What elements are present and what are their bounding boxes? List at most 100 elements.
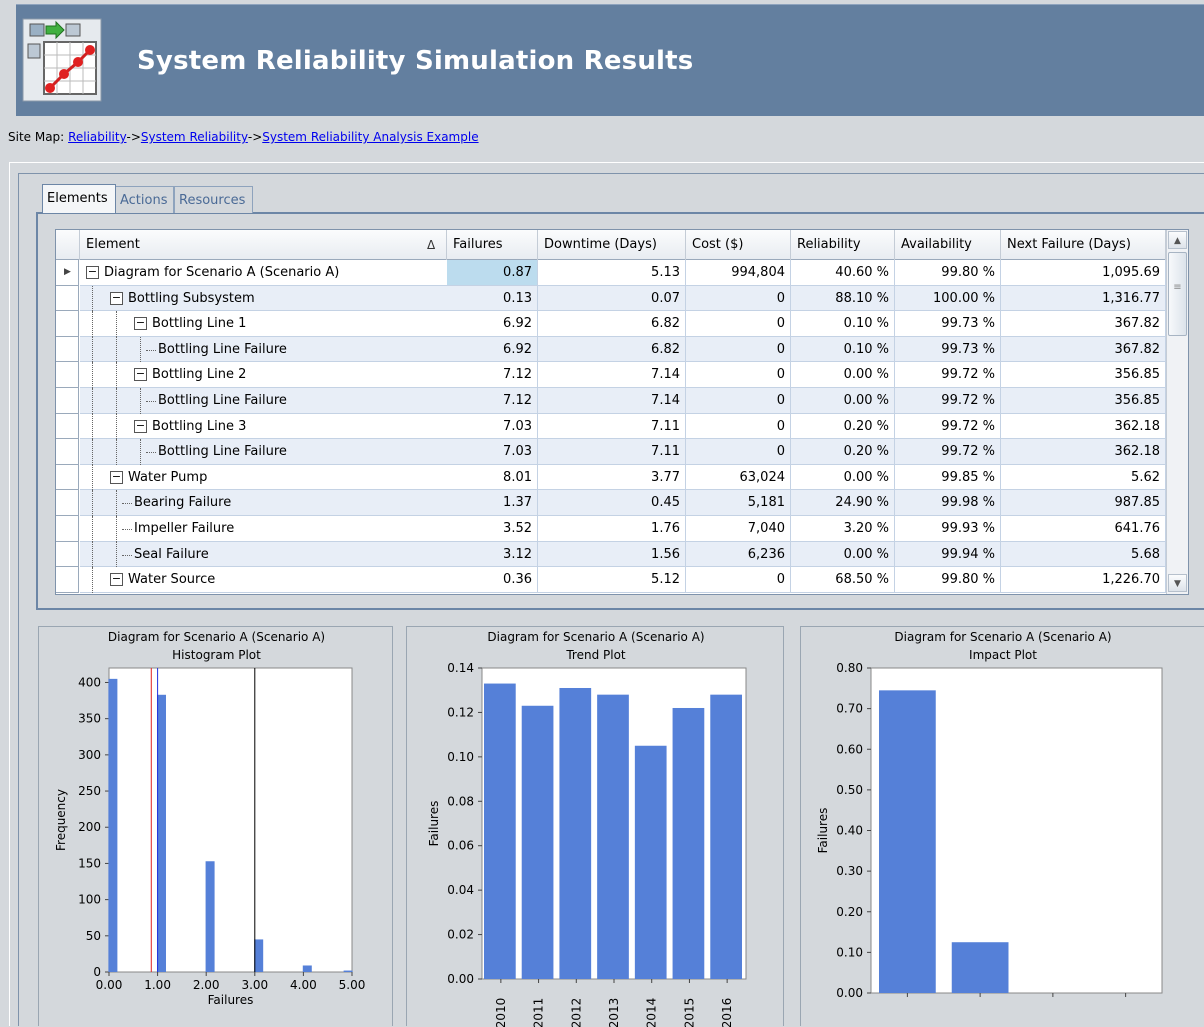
collapse-node-icon[interactable]: − <box>110 573 123 587</box>
row-selector[interactable] <box>56 388 79 414</box>
cell-availability[interactable]: 99.72 % <box>895 413 1001 440</box>
cell-cost[interactable]: 5,181 <box>686 490 791 516</box>
cell-failures[interactable]: 1.37 <box>447 490 538 516</box>
cell-failures[interactable]: 6.92 <box>447 311 538 337</box>
cell-cost[interactable]: 994,804 <box>686 260 791 286</box>
cell-availability[interactable]: 99.94 % <box>895 541 1001 568</box>
cell-downtime[interactable]: 3.77 <box>538 464 686 491</box>
cell-availability[interactable]: 99.73 % <box>895 336 1001 363</box>
cell-next-failure[interactable]: 5.68 <box>1001 541 1166 568</box>
column-header-next-failure[interactable]: Next Failure (Days) <box>1001 230 1166 260</box>
cell-cost[interactable]: 6,236 <box>686 541 791 568</box>
cell-next-failure[interactable]: 356.85 <box>1001 388 1166 414</box>
column-header-failures[interactable]: Failures <box>447 230 538 260</box>
row-selector[interactable] <box>56 311 79 337</box>
breadcrumb-link-analysis-example[interactable]: System Reliability Analysis Example <box>262 130 478 144</box>
cell-availability[interactable]: 99.72 % <box>895 439 1001 465</box>
cell-reliability[interactable]: 24.90 % <box>791 490 895 516</box>
collapse-node-icon[interactable]: − <box>110 291 123 305</box>
row-selector[interactable] <box>56 490 79 516</box>
tab-resources[interactable]: Resources <box>174 186 253 213</box>
scroll-up-arrow-icon[interactable]: ▲ <box>1168 231 1187 249</box>
collapse-node-icon[interactable]: − <box>134 419 147 433</box>
table-row[interactable]: Bottling Line Failure 7.03 7.11 0 0.20 % 99.7… <box>56 439 1166 465</box>
row-selector[interactable] <box>56 439 79 465</box>
cell-next-failure[interactable]: 1,095.69 <box>1001 260 1166 286</box>
cell-failures[interactable]: 6.92 <box>447 336 538 363</box>
table-row[interactable]: Bottling Line Failure 6.92 6.82 0 0.10 % 99.7… <box>56 336 1166 363</box>
cell-availability[interactable]: 99.72 % <box>895 388 1001 414</box>
cell-downtime[interactable]: 1.56 <box>538 541 686 568</box>
row-selector[interactable] <box>56 413 79 440</box>
collapse-node-icon[interactable]: − <box>134 368 147 382</box>
table-row[interactable]: Seal Failure 3.12 1.56 6,236 0.00 % 99.94 % 5.… <box>56 541 1166 568</box>
cell-reliability[interactable]: 0.00 % <box>791 541 895 568</box>
cell-reliability[interactable]: 68.50 % <box>791 567 895 593</box>
breadcrumb-link-system-reliability[interactable]: System Reliability <box>141 130 248 144</box>
cell-reliability[interactable]: 0.00 % <box>791 388 895 414</box>
row-selector[interactable] <box>56 336 79 363</box>
cell-failures[interactable]: 0.87 <box>447 260 538 286</box>
cell-reliability[interactable]: 0.10 % <box>791 336 895 363</box>
cell-availability[interactable]: 99.72 % <box>895 362 1001 388</box>
cell-next-failure[interactable]: 1,316.77 <box>1001 285 1166 312</box>
cell-cost[interactable]: 0 <box>686 567 791 593</box>
cell-next-failure[interactable]: 356.85 <box>1001 362 1166 388</box>
cell-reliability[interactable]: 0.00 % <box>791 362 895 388</box>
sort-ascending-icon[interactable]: Δ <box>427 230 435 260</box>
column-header-element[interactable]: Element <box>80 230 447 260</box>
column-header-reliability[interactable]: Reliability <box>791 230 895 260</box>
cell-downtime[interactable]: 7.11 <box>538 413 686 440</box>
cell-failures[interactable]: 3.12 <box>447 541 538 568</box>
breadcrumb-link-reliability[interactable]: Reliability <box>68 130 126 144</box>
cell-reliability[interactable]: 88.10 % <box>791 285 895 312</box>
vertical-scrollbar[interactable]: ▲ ≡ ▼ <box>1166 230 1188 594</box>
cell-cost[interactable]: 0 <box>686 362 791 388</box>
cell-reliability[interactable]: 0.20 % <box>791 439 895 465</box>
cell-availability[interactable]: 100.00 % <box>895 285 1001 312</box>
cell-cost[interactable]: 0 <box>686 439 791 465</box>
cell-reliability[interactable]: 0.00 % <box>791 464 895 491</box>
cell-next-failure[interactable]: 641.76 <box>1001 516 1166 542</box>
cell-downtime[interactable]: 7.14 <box>538 362 686 388</box>
cell-next-failure[interactable]: 367.82 <box>1001 311 1166 337</box>
cell-failures[interactable]: 7.03 <box>447 413 538 440</box>
cell-next-failure[interactable]: 362.18 <box>1001 413 1166 440</box>
cell-failures[interactable]: 0.36 <box>447 567 538 593</box>
table-row[interactable]: Impeller Failure 3.52 1.76 7,040 3.20 % 99.93… <box>56 516 1166 542</box>
cell-next-failure[interactable]: 1,226.70 <box>1001 567 1166 593</box>
row-selector[interactable] <box>56 464 79 491</box>
cell-availability[interactable]: 99.98 % <box>895 490 1001 516</box>
collapse-node-icon[interactable]: − <box>110 470 123 484</box>
cell-failures[interactable]: 0.13 <box>447 285 538 312</box>
cell-failures[interactable]: 7.03 <box>447 439 538 465</box>
cell-availability[interactable]: 99.80 % <box>895 260 1001 286</box>
cell-downtime[interactable]: 1.76 <box>538 516 686 542</box>
cell-downtime[interactable]: 6.82 <box>538 336 686 363</box>
cell-downtime[interactable]: 7.14 <box>538 388 686 414</box>
table-row[interactable]: − Water Source 0.36 5.12 0 68.50 % 99.80 % 1,22… <box>56 567 1166 593</box>
cell-cost[interactable]: 0 <box>686 285 791 312</box>
cell-reliability[interactable]: 3.20 % <box>791 516 895 542</box>
row-selector[interactable] <box>56 567 79 593</box>
cell-next-failure[interactable]: 367.82 <box>1001 336 1166 363</box>
row-selector[interactable] <box>56 362 79 388</box>
tab-actions[interactable]: Actions <box>115 186 174 213</box>
cell-cost[interactable]: 0 <box>686 413 791 440</box>
table-row[interactable]: − Bottling Line 1 6.92 6.82 0 0.10 % 99.73 % 36… <box>56 311 1166 337</box>
scroll-thumb[interactable]: ≡ <box>1168 252 1187 336</box>
cell-failures[interactable]: 8.01 <box>447 464 538 491</box>
cell-reliability[interactable]: 0.20 % <box>791 413 895 440</box>
cell-cost[interactable]: 7,040 <box>686 516 791 542</box>
column-header-downtime[interactable]: Downtime (Days) <box>538 230 686 260</box>
cell-downtime[interactable]: 5.12 <box>538 567 686 593</box>
cell-reliability[interactable]: 0.10 % <box>791 311 895 337</box>
cell-downtime[interactable]: 0.45 <box>538 490 686 516</box>
cell-next-failure[interactable]: 5.62 <box>1001 464 1166 491</box>
cell-availability[interactable]: 99.93 % <box>895 516 1001 542</box>
row-selector[interactable]: ▶ <box>56 260 79 286</box>
scroll-down-arrow-icon[interactable]: ▼ <box>1168 574 1187 592</box>
cell-downtime[interactable]: 5.13 <box>538 260 686 286</box>
column-header-availability[interactable]: Availability <box>895 230 1001 260</box>
row-selector[interactable] <box>56 516 79 542</box>
